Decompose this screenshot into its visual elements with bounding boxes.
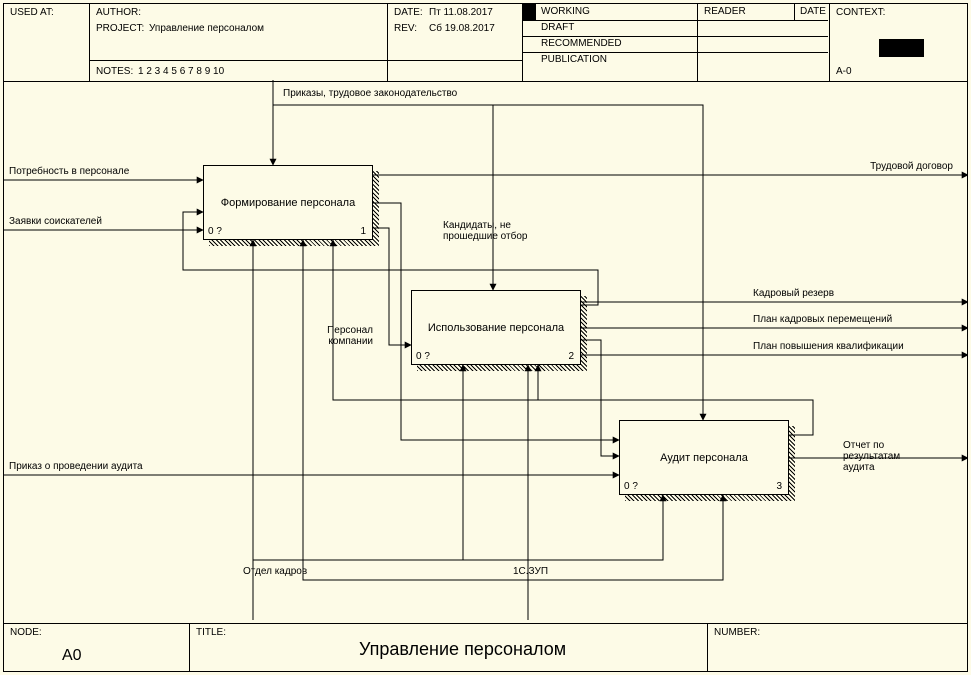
activity-2-name: Использование персонала: [428, 322, 564, 334]
notes-values: 1 2 3 4 5 6 7 8 9 10: [138, 66, 224, 77]
title-value: Управление персоналом: [359, 639, 566, 660]
label-mech2: 1С.ЗУП: [513, 566, 548, 577]
label-in1: Потребность в персонале: [9, 166, 129, 177]
status-recommended: RECOMMENDED: [541, 38, 622, 49]
label-a2out2: План кадровых перемещений: [753, 314, 892, 325]
author-label: AUTHOR:: [96, 7, 141, 18]
used-at-label: USED AT:: [10, 7, 54, 18]
activity-box-2: Использование персонала 0 ? 2: [411, 290, 581, 365]
rev-value: Сб 19.08.2017: [429, 23, 495, 34]
number-label: NUMBER:: [714, 627, 760, 638]
reader-date-label: DATE: [800, 6, 826, 17]
project-value: Управление персоналом: [149, 23, 264, 34]
node-label: NODE:: [10, 627, 42, 638]
label-feedback: Кандидаты, не прошедшие отбор: [443, 220, 533, 242]
activity-2-rightnum: 2: [568, 351, 574, 362]
label-a2out1: Кадровый резерв: [753, 288, 834, 299]
activity-1-name: Формирование персонала: [221, 197, 355, 209]
activity-1-leftnum: 0 ?: [208, 226, 222, 237]
label-mech1: Отдел кадров: [243, 566, 307, 577]
date-value: Пт 11.08.2017: [429, 7, 493, 18]
context-label: CONTEXT:: [836, 7, 885, 18]
label-a2out3: План повышения квалификации: [753, 341, 904, 352]
label-in2: Заявки соискателей: [9, 216, 102, 227]
activity-1-rightnum: 1: [360, 226, 366, 237]
node-value: A0: [62, 647, 82, 665]
title-label: TITLE:: [196, 627, 226, 638]
activity-3-leftnum: 0 ?: [624, 481, 638, 492]
label-control: Приказы, трудовое законодательство: [283, 88, 457, 99]
notes-label: NOTES:: [96, 66, 133, 77]
project-label: PROJECT:: [96, 23, 144, 34]
context-value: A-0: [836, 66, 852, 77]
label-a3out: Отчет по результатам аудита: [843, 440, 923, 473]
status-marker: [522, 4, 536, 20]
status-publication: PUBLICATION: [541, 54, 607, 65]
activity-box-1: Формирование персонала 0 ? 1: [203, 165, 373, 240]
label-personnel: Персонал компании: [303, 325, 373, 347]
date-label: DATE:: [394, 7, 423, 18]
activity-3-rightnum: 3: [776, 481, 782, 492]
label-a1out: Трудовой договор: [870, 161, 953, 172]
rev-label: REV:: [394, 23, 417, 34]
activity-2-leftnum: 0 ?: [416, 351, 430, 362]
diagram-canvas: Формирование персонала 0 ? 1 Использован…: [3, 80, 968, 620]
status-draft: DRAFT: [541, 22, 574, 33]
label-in3: Приказ о проведении аудита: [9, 461, 143, 472]
reader-label: READER: [704, 6, 746, 17]
activity-3-name: Аудит персонала: [660, 452, 748, 464]
status-working: WORKING: [541, 6, 590, 17]
context-thumbnail: [879, 39, 924, 57]
activity-box-3: Аудит персонала 0 ? 3: [619, 420, 789, 495]
